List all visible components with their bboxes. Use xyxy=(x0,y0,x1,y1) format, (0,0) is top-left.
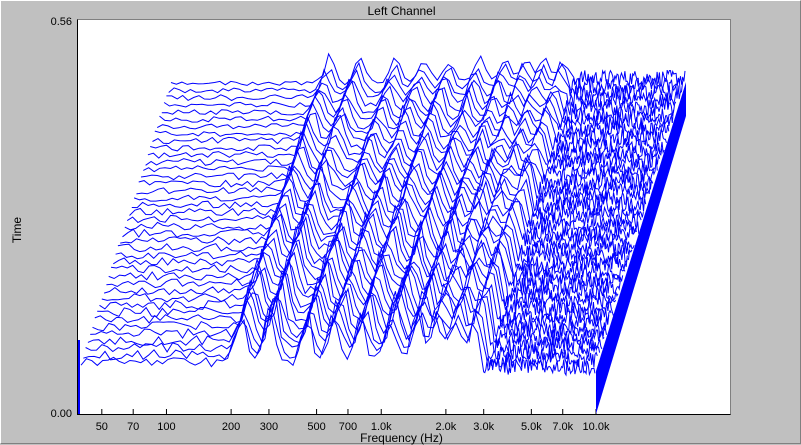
x-tick-label: 50 xyxy=(96,421,108,433)
x-tick-label: 2.0k xyxy=(435,421,456,433)
x-tick-label: 100 xyxy=(157,421,175,433)
waterfall-slices xyxy=(80,52,686,377)
x-tick-label: 3.0k xyxy=(473,421,494,433)
chart-window: Left Channel Time 0.56 0.00 Frequency (H… xyxy=(0,0,801,445)
x-tick-label: 700 xyxy=(339,421,357,433)
x-tick-label: 7.0k xyxy=(552,421,573,433)
x-tick-label: 10.0k xyxy=(583,421,610,433)
waterfall-right-wall xyxy=(596,82,686,414)
x-tick-label: 70 xyxy=(127,421,139,433)
waterfall-plot: 50 70 100 200 300 500 700 1.0k 2.0k 3.0k 5.0k 7.0k 1… xyxy=(78,52,686,433)
x-tick-label: 200 xyxy=(222,421,240,433)
time-slice-line xyxy=(170,52,686,88)
x-tick-label: 1.0k xyxy=(371,421,392,433)
x-tick-label: 5.0k xyxy=(521,421,542,433)
x-tick-label: 300 xyxy=(260,421,278,433)
x-tick-label: 500 xyxy=(307,421,325,433)
